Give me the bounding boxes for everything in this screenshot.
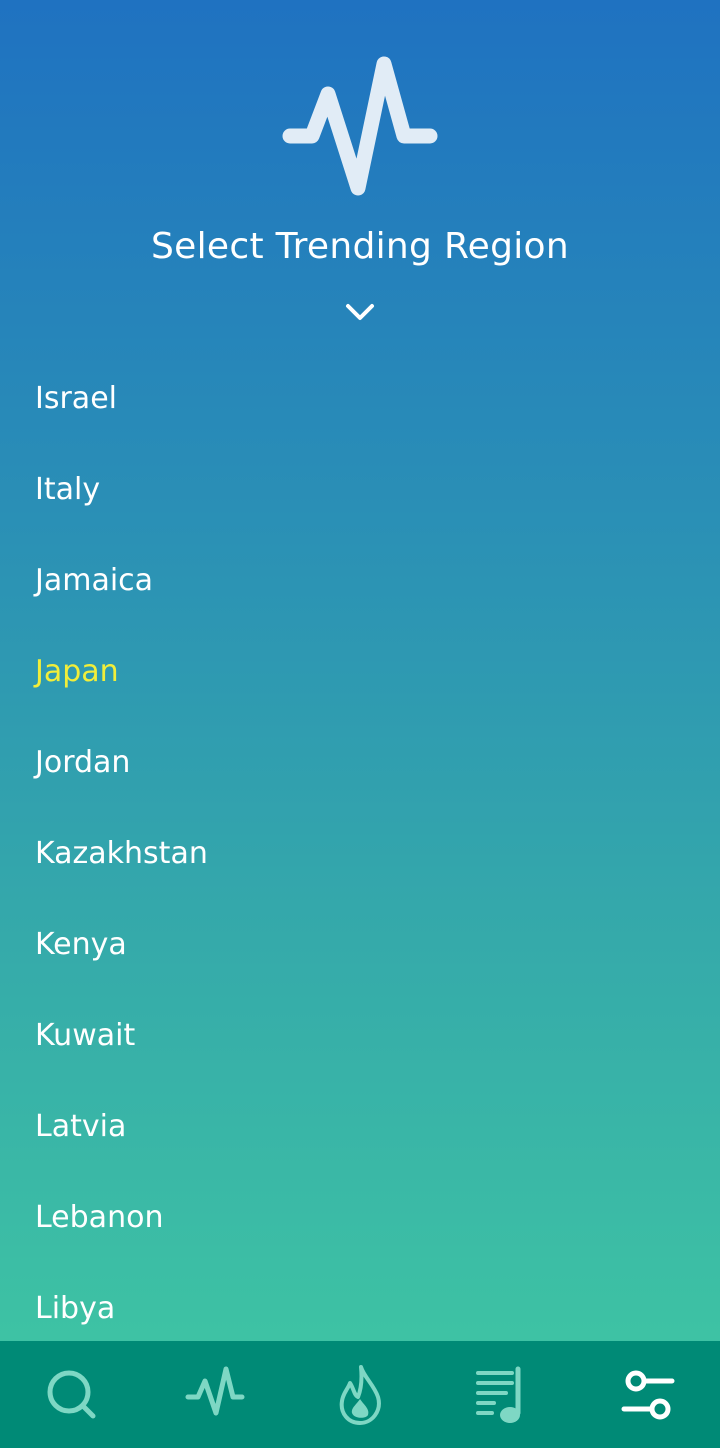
region-item-kazakhstan[interactable]: Kazakhstan — [0, 808, 720, 899]
pulse-icon — [282, 56, 438, 196]
region-item-latvia[interactable]: Latvia — [0, 1081, 720, 1172]
region-item-jamaica[interactable]: Jamaica — [0, 535, 720, 626]
region-item-japan[interactable]: Japan — [0, 626, 720, 717]
region-item-jordan[interactable]: Jordan — [0, 717, 720, 808]
chevron-down-icon[interactable] — [340, 296, 380, 328]
nav-trending-button[interactable] — [144, 1341, 288, 1448]
region-item-libya[interactable]: Libya — [0, 1263, 720, 1341]
nav-playlist-button[interactable] — [432, 1341, 576, 1448]
region-item-kenya[interactable]: Kenya — [0, 899, 720, 990]
region-list: Israel Italy Jamaica Japan Jordan Kazakh… — [0, 353, 720, 1341]
region-item-israel[interactable]: Israel — [0, 353, 720, 444]
pulse-icon — [185, 1366, 245, 1415]
trending-region-screen: Select Trending Region Israel Italy Jama… — [0, 0, 720, 1448]
region-item-lebanon[interactable]: Lebanon — [0, 1172, 720, 1263]
playlist-icon — [476, 1366, 521, 1423]
region-item-kuwait[interactable]: Kuwait — [0, 990, 720, 1081]
region-item-italy[interactable]: Italy — [0, 444, 720, 535]
page-title: Select Trending Region — [151, 226, 569, 267]
nav-settings-button[interactable] — [576, 1341, 720, 1448]
nav-search-button[interactable] — [0, 1341, 144, 1448]
flame-icon — [339, 1364, 381, 1425]
sliders-icon — [621, 1370, 675, 1419]
search-icon — [47, 1370, 96, 1418]
header: Select Trending Region — [0, 0, 720, 340]
nav-hot-button[interactable] — [288, 1341, 432, 1448]
bottom-nav — [0, 1341, 720, 1448]
